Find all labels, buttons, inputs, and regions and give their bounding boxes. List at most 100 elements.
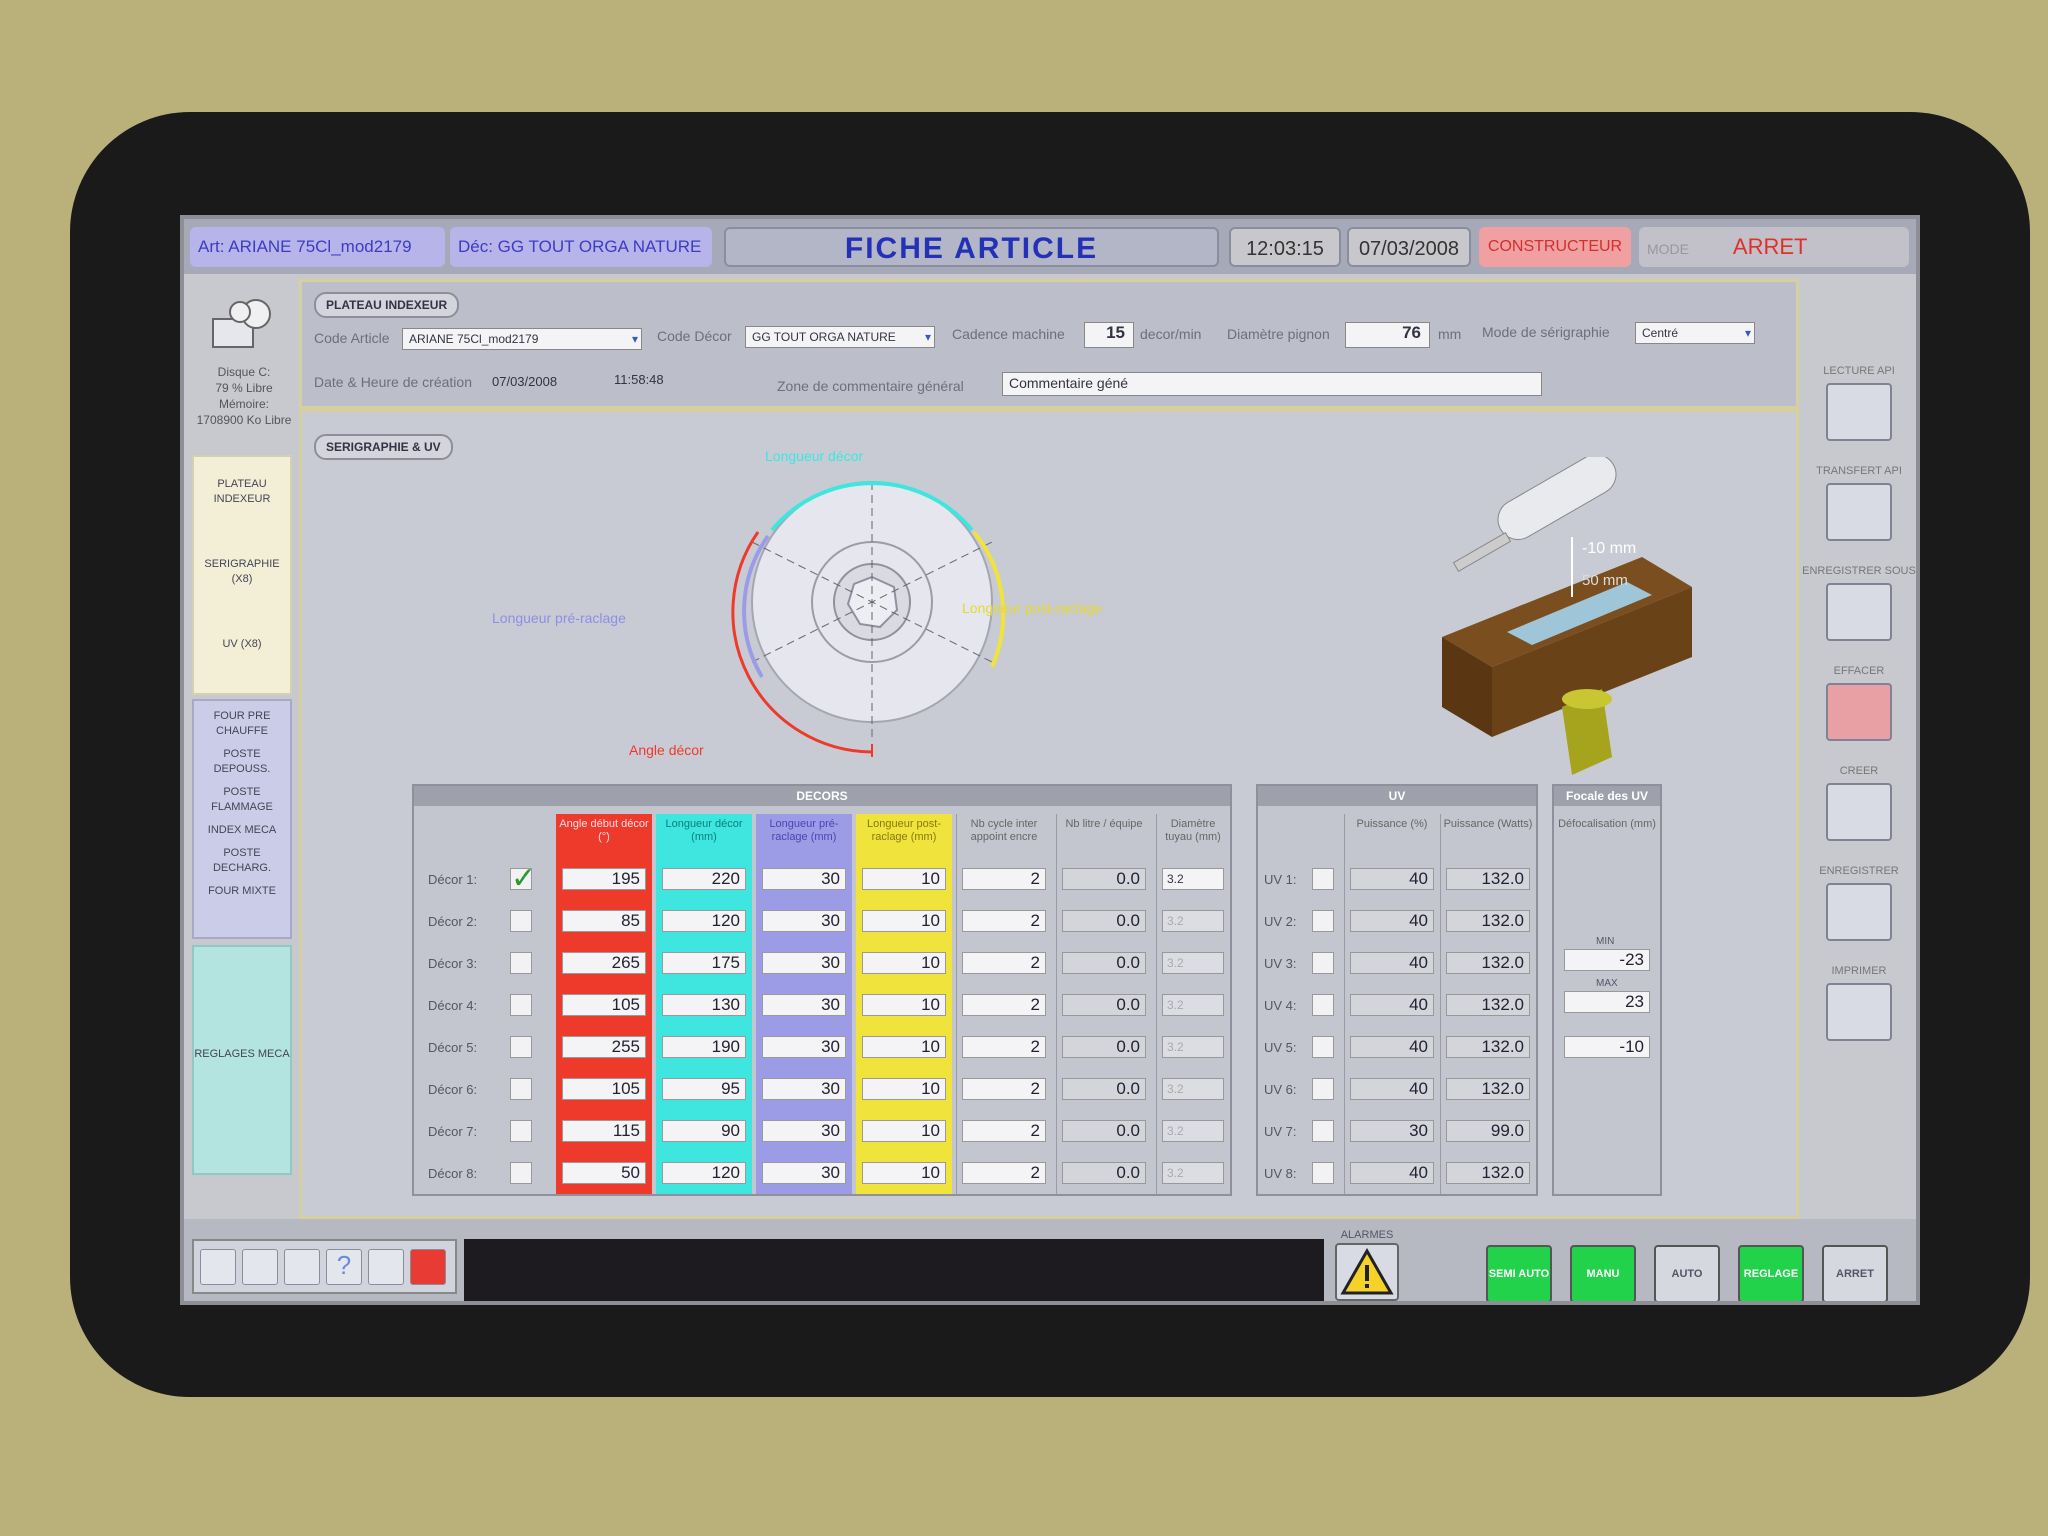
decor-enable-checkbox[interactable] <box>510 994 532 1016</box>
uv-cell-power-pct[interactable]: 40 <box>1350 1036 1434 1058</box>
tool-enregistrer[interactable]: ENREGISTRER <box>1799 865 1916 941</box>
warning-icon[interactable] <box>1335 1243 1399 1301</box>
nav-item-plateau[interactable]: PLATEAU INDEXEUR <box>194 477 290 507</box>
decor-cell-longueur[interactable]: 120 <box>662 1162 746 1184</box>
mode-arret-button[interactable]: ARRET <box>1822 1245 1888 1301</box>
decor-enable-checkbox[interactable] <box>510 1036 532 1058</box>
decor-cell-diam[interactable]: 3.2 <box>1162 952 1224 974</box>
download-plc-icon[interactable] <box>1826 383 1892 441</box>
decor-cell-pre[interactable]: 30 <box>762 1120 846 1142</box>
uv-enable-checkbox[interactable] <box>1312 1036 1334 1058</box>
nav-item-poste-flammage[interactable]: POSTE FLAMMAGE <box>194 785 290 815</box>
decor-cell-post[interactable]: 10 <box>862 1162 946 1184</box>
uv-cell-power-pct[interactable]: 40 <box>1350 994 1434 1016</box>
decor-cell-diam[interactable]: 3.2 <box>1162 910 1224 932</box>
nav-item-index-meca[interactable]: INDEX MECA <box>194 823 290 838</box>
nav-item-four-mixte[interactable]: FOUR MIXTE <box>194 884 290 899</box>
decor-cell-pre[interactable]: 30 <box>762 868 846 890</box>
keyboard-icon[interactable] <box>368 1249 404 1285</box>
decor-cell-angle[interactable]: 85 <box>562 910 646 932</box>
decor-cell-diam[interactable]: 3.2 <box>1162 868 1224 890</box>
printer-icon[interactable] <box>284 1249 320 1285</box>
nav-item-uv[interactable]: UV (x8) <box>194 637 290 652</box>
cadence-input[interactable]: 15 <box>1084 322 1134 348</box>
decor-cell-angle[interactable]: 265 <box>562 952 646 974</box>
print-icon[interactable] <box>1826 983 1892 1041</box>
decor-enable-checkbox[interactable] <box>510 1078 532 1100</box>
decor-cell-angle[interactable]: 50 <box>562 1162 646 1184</box>
tool-enregistrer-sous[interactable]: ENREGISTRER SOUS <box>1799 565 1916 641</box>
code-decor-select[interactable]: GG TOUT ORGA NATURE <box>745 326 935 348</box>
uv-cell-power-pct[interactable]: 30 <box>1350 1120 1434 1142</box>
decor-cell-pre[interactable]: 30 <box>762 1078 846 1100</box>
decor-cell-post[interactable]: 10 <box>862 868 946 890</box>
decor-cell-longueur[interactable]: 90 <box>662 1120 746 1142</box>
uv-enable-checkbox[interactable] <box>1312 1120 1334 1142</box>
decor-cell-pre[interactable]: 30 <box>762 1162 846 1184</box>
comment-input[interactable]: Commentaire géné <box>1002 372 1542 396</box>
uv-enable-checkbox[interactable] <box>1312 910 1334 932</box>
decor-cell-angle[interactable]: 195 <box>562 868 646 890</box>
tool-effacer[interactable]: EFFACER <box>1799 665 1916 741</box>
nav-item-poste-depouss[interactable]: POSTE DEPOUSS. <box>194 747 290 777</box>
decor-cell-nb_litre[interactable]: 0.0 <box>1062 952 1146 974</box>
decor-cell-diam[interactable]: 3.2 <box>1162 1162 1224 1184</box>
decor-cell-post[interactable]: 10 <box>862 910 946 932</box>
decor-cell-post[interactable]: 10 <box>862 1078 946 1100</box>
save-as-icon[interactable] <box>1826 583 1892 641</box>
uv-enable-checkbox[interactable] <box>1312 1078 1334 1100</box>
focale-max-input[interactable]: 23 <box>1564 991 1650 1013</box>
user-level-button[interactable]: CONSTRUCTEUR <box>1479 227 1631 267</box>
uv-cell-power-pct[interactable]: 40 <box>1350 910 1434 932</box>
uv-cell-power-pct[interactable]: 40 <box>1350 1078 1434 1100</box>
decor-cell-longueur[interactable]: 130 <box>662 994 746 1016</box>
decor-cell-nb_litre[interactable]: 0.0 <box>1062 1120 1146 1142</box>
decor-cell-angle[interactable]: 115 <box>562 1120 646 1142</box>
decor-cell-diam[interactable]: 3.2 <box>1162 1078 1224 1100</box>
tool-creer[interactable]: CREER <box>1799 765 1916 841</box>
nav-item-serigraphie[interactable]: SERIGRAPHIE (x8) <box>194 557 290 587</box>
decor-cell-nb_litre[interactable]: 0.0 <box>1062 994 1146 1016</box>
new-document-icon[interactable] <box>1826 783 1892 841</box>
uv-enable-checkbox[interactable] <box>1312 994 1334 1016</box>
power-icon[interactable] <box>410 1249 446 1285</box>
decor-cell-nb_cycle[interactable]: 2 <box>962 868 1046 890</box>
delete-icon[interactable] <box>1826 683 1892 741</box>
decor-cell-nb_cycle[interactable]: 2 <box>962 1036 1046 1058</box>
decor-cell-diam[interactable]: 3.2 <box>1162 994 1224 1016</box>
upload-plc-icon[interactable] <box>1826 483 1892 541</box>
uv-enable-checkbox[interactable] <box>1312 868 1334 890</box>
decor-enable-checkbox[interactable] <box>510 952 532 974</box>
uv-cell-power-pct[interactable]: 40 <box>1350 868 1434 890</box>
mode-seri-select[interactable]: Centré <box>1635 322 1755 344</box>
nav-item-reglages-meca[interactable]: REGLAGES MECA <box>194 1047 290 1062</box>
decor-cell-nb_litre[interactable]: 0.0 <box>1062 1078 1146 1100</box>
decor-enable-checkbox[interactable] <box>510 861 536 896</box>
decor-cell-nb_litre[interactable]: 0.0 <box>1062 1036 1146 1058</box>
decor-cell-nb_cycle[interactable]: 2 <box>962 910 1046 932</box>
decor-cell-angle[interactable]: 255 <box>562 1036 646 1058</box>
decor-cell-longueur[interactable]: 95 <box>662 1078 746 1100</box>
decor-enable-checkbox[interactable] <box>510 1120 532 1142</box>
decor-cell-longueur[interactable]: 220 <box>662 868 746 890</box>
decor-cell-nb_litre[interactable]: 0.0 <box>1062 868 1146 890</box>
code-article-select[interactable]: ARIANE 75Cl_mod2179 <box>402 328 642 350</box>
decor-cell-angle[interactable]: 105 <box>562 994 646 1016</box>
decor-enable-checkbox[interactable] <box>510 1162 532 1184</box>
decor-cell-pre[interactable]: 30 <box>762 910 846 932</box>
uv-enable-checkbox[interactable] <box>1312 1162 1334 1184</box>
tool-imprimer[interactable]: IMPRIMER <box>1799 965 1916 1041</box>
nav-item-poste-decharg[interactable]: POSTE DECHARG. <box>194 846 290 876</box>
nav-item-four-pre-chauffe[interactable]: FOUR PRE CHAUFFE <box>194 709 290 739</box>
save-icon[interactable] <box>1826 883 1892 941</box>
tool-transfert-api[interactable]: TRANSFERT API <box>1799 465 1916 541</box>
decor-cell-nb_litre[interactable]: 0.0 <box>1062 910 1146 932</box>
decor-cell-nb_litre[interactable]: 0.0 <box>1062 1162 1146 1184</box>
user-icon[interactable] <box>242 1249 278 1285</box>
decor-cell-diam[interactable]: 3.2 <box>1162 1036 1224 1058</box>
focale-min-input[interactable]: -23 <box>1564 949 1650 971</box>
decor-cell-longueur[interactable]: 120 <box>662 910 746 932</box>
decor-cell-nb_cycle[interactable]: 2 <box>962 952 1046 974</box>
home-icon[interactable] <box>200 1249 236 1285</box>
mode-manu-button[interactable]: MANU <box>1570 1245 1636 1301</box>
